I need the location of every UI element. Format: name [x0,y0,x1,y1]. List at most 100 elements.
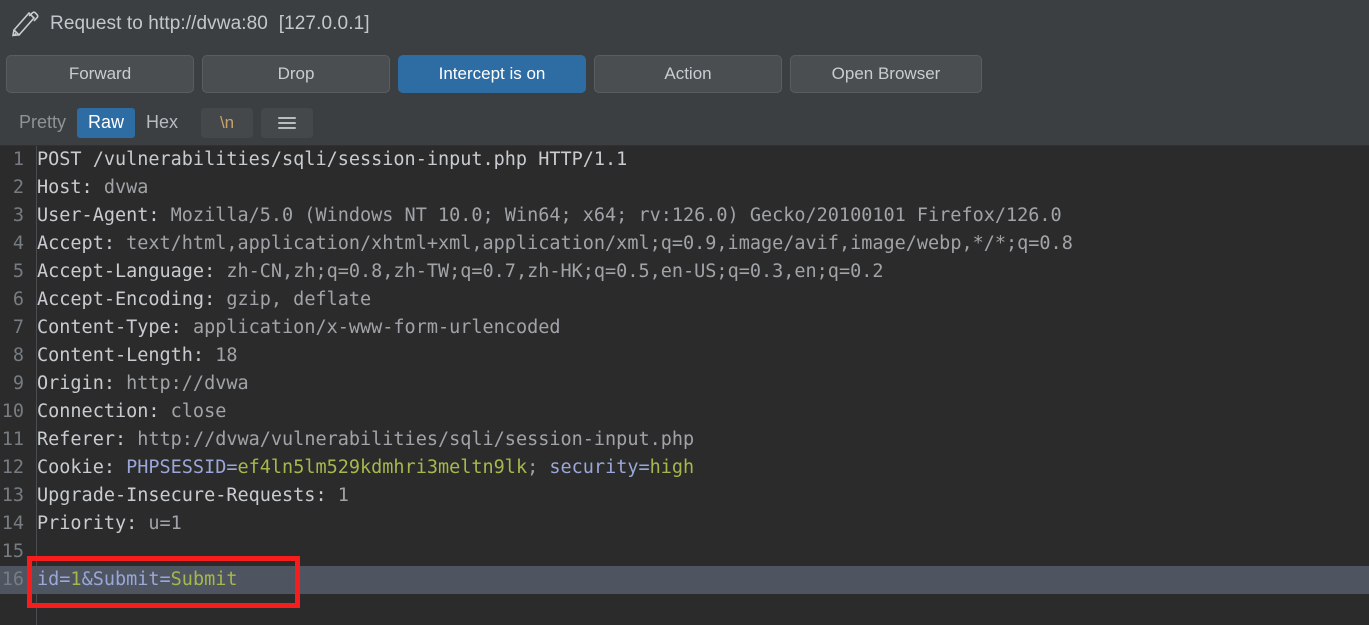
action-toolbar: Forward Drop Intercept is on Action Open… [0,48,1369,100]
code-row[interactable]: 10Connection: close [0,398,1369,426]
line-number: 15 [0,538,30,566]
code-line-text: Content-Type: application/x-www-form-url… [30,314,1369,342]
code-token: PHPSESSID [126,457,226,478]
title-bar: Request to http://dvwa:80 [127.0.0.1] [0,0,1369,48]
tab-raw[interactable]: Raw [77,108,135,138]
code-token: Content-Type: [37,317,193,338]
code-token: ef4ln5lm529kdmhri3meltn9lk [238,457,528,478]
code-line-text: Origin: http://dvwa [30,370,1369,398]
code-token: dvwa [104,177,149,198]
line-number: 1 [0,146,30,174]
code-row[interactable]: 1 POST /vulnerabilities/sqli/session-inpu… [0,146,1369,174]
code-token: 18 [215,345,237,366]
code-line-text: Cookie: PHPSESSID=ef4ln5lm529kdmhri3melt… [30,454,1369,482]
code-row-selected[interactable]: 16id=1&Submit=Submit [0,566,1369,594]
newline-toggle-button[interactable]: \n [201,108,253,138]
line-number: 3 [0,202,30,230]
line-number: 5 [0,258,30,286]
code-token: Accept-Language: [37,261,226,282]
code-row[interactable]: 13Upgrade-Insecure-Requests: 1 [0,482,1369,510]
code-token: Upgrade-Insecure-Requests: [37,485,338,506]
code-token: & [82,569,93,590]
code-token: Origin: [37,373,126,394]
code-rows: 1 POST /vulnerabilities/sqli/session-inpu… [0,146,1369,594]
code-row[interactable]: 9Origin: http://dvwa [0,370,1369,398]
tab-pretty[interactable]: Pretty [8,108,77,138]
line-number: 6 [0,286,30,314]
code-line-text: Content-Length: 18 [30,342,1369,370]
code-token: = [638,457,649,478]
code-row[interactable]: 2Host: dvwa [0,174,1369,202]
action-button[interactable]: Action [594,55,782,93]
code-token: Content-Length: [37,345,215,366]
code-line-text: Accept: text/html,application/xhtml+xml,… [30,230,1369,258]
code-row[interactable]: 6Accept-Encoding: gzip, deflate [0,286,1369,314]
code-token: Cookie: [37,457,126,478]
tab-hex[interactable]: Hex [135,108,189,138]
code-token: Accept-Encoding: [37,289,226,310]
line-number: 13 [0,482,30,510]
code-token: Priority: [37,513,148,534]
line-number: 2 [0,174,30,202]
code-line-text: id=1&Submit=Submit [30,566,1369,594]
code-token: Referer: [37,429,137,450]
code-row[interactable]: 7Content-Type: application/x-www-form-ur… [0,314,1369,342]
code-line-text: Priority: u=1 [30,510,1369,538]
code-line-text: Host: dvwa [30,174,1369,202]
line-number: 10 [0,398,30,426]
intercept-toggle-button[interactable]: Intercept is on [398,55,586,93]
code-token: User-Agent: [37,205,171,226]
code-row[interactable]: 5Accept-Language: zh-CN,zh;q=0.8,zh-TW;q… [0,258,1369,286]
code-line-text: Referer: http://dvwa/vulnerabilities/sql… [30,426,1369,454]
code-row[interactable]: 8Content-Length: 18 [0,342,1369,370]
code-token: http://dvwa [126,373,249,394]
code-line-text: Upgrade-Insecure-Requests: 1 [30,482,1369,510]
view-mode-toolbar: Pretty Raw Hex \n [0,100,1369,146]
code-token: Submit [171,569,238,590]
code-token: gzip, deflate [226,289,371,310]
code-token: id [37,569,59,590]
code-token: security [549,457,638,478]
code-token: Host: [37,177,104,198]
code-token: Submit [93,569,160,590]
code-token: = [160,569,171,590]
line-number: 11 [0,426,30,454]
pencil-icon [8,9,42,39]
code-token: close [171,401,227,422]
drop-button[interactable]: Drop [202,55,390,93]
code-token: POST /vulnerabilities/sqli/session-input… [37,149,627,170]
request-editor[interactable]: 1 POST /vulnerabilities/sqli/session-inpu… [0,146,1369,625]
code-token: text/html,application/xhtml+xml,applicat… [126,233,1073,254]
code-token: high [650,457,695,478]
code-token: application/x-www-form-urlencoded [193,317,561,338]
line-number: 12 [0,454,30,482]
line-number: 8 [0,342,30,370]
code-line-text: Accept-Language: zh-CN,zh;q=0.8,zh-TW;q=… [30,258,1369,286]
line-number: 9 [0,370,30,398]
code-row[interactable]: 4Accept: text/html,application/xhtml+xml… [0,230,1369,258]
code-row[interactable]: 11Referer: http://dvwa/vulnerabilities/s… [0,426,1369,454]
burp-intercept-window: Request to http://dvwa:80 [127.0.0.1] Fo… [0,0,1369,625]
code-line-text: Connection: close [30,398,1369,426]
line-number: 16 [0,566,30,594]
forward-button[interactable]: Forward [6,55,194,93]
code-token: 1 [70,569,81,590]
code-token: zh-CN,zh;q=0.8,zh-TW;q=0.7,zh-HK;q=0.5,e… [226,261,883,282]
code-token: = [59,569,70,590]
code-token: Mozilla/5.0 (Windows NT 10.0; Win64; x64… [171,205,1062,226]
hamburger-glyph [278,114,296,132]
code-token: = [226,457,237,478]
code-line-text: User-Agent: Mozilla/5.0 (Windows NT 10.0… [30,202,1369,230]
hamburger-icon[interactable] [261,108,313,138]
code-line-text: POST /vulnerabilities/sqli/session-input… [30,146,1369,174]
code-row[interactable]: 14Priority: u=1 [0,510,1369,538]
code-row[interactable]: 15 [0,538,1369,566]
open-browser-button[interactable]: Open Browser [790,55,982,93]
line-number: 4 [0,230,30,258]
code-row[interactable]: 3User-Agent: Mozilla/5.0 (Windows NT 10.… [0,202,1369,230]
page-title: Request to http://dvwa:80 [127.0.0.1] [50,13,370,35]
code-row[interactable]: 12Cookie: PHPSESSID=ef4ln5lm529kdmhri3me… [0,454,1369,482]
code-token: http://dvwa/vulnerabilities/sqli/session… [137,429,694,450]
code-line-text: Accept-Encoding: gzip, deflate [30,286,1369,314]
code-token: u=1 [148,513,181,534]
